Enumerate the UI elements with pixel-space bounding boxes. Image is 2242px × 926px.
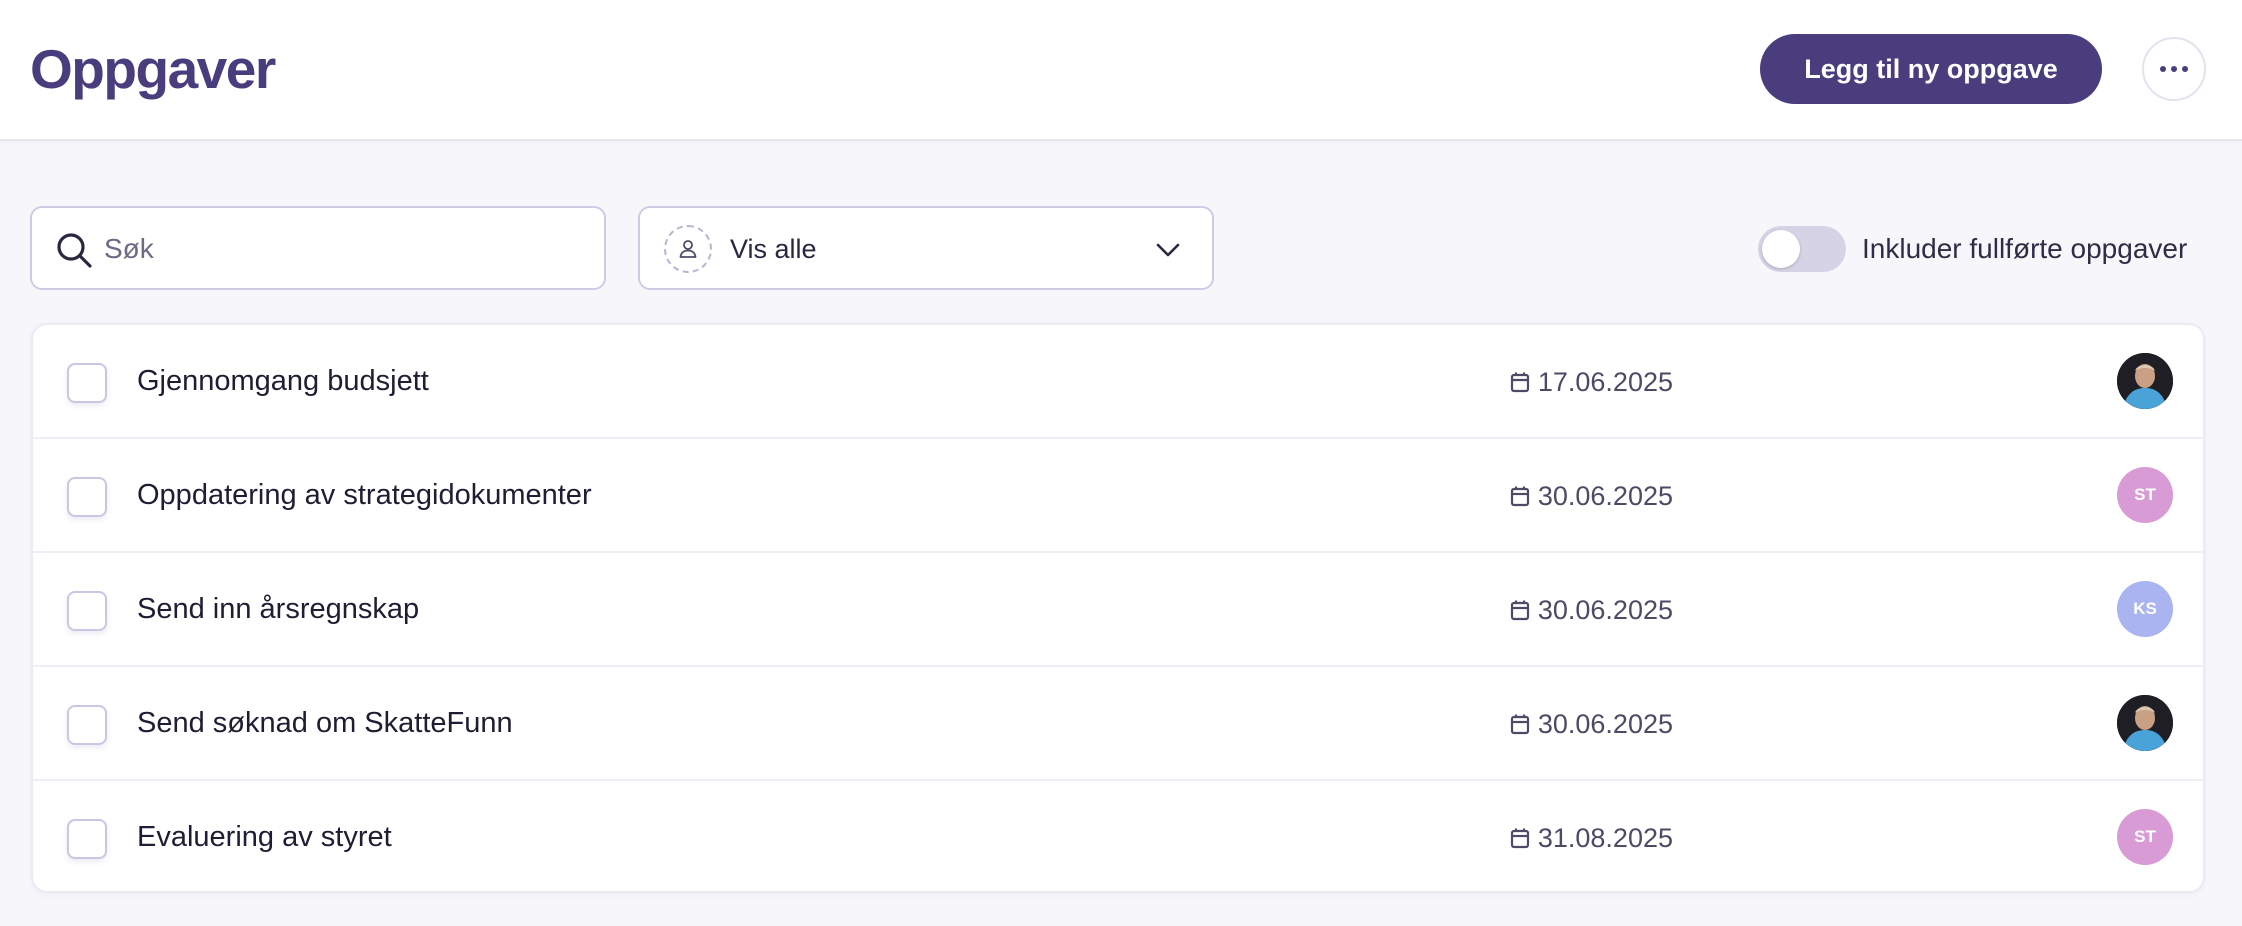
avatar[interactable]: ST [2117,467,2173,523]
task-due-date: 31.08.2025 [1510,821,1673,855]
task-due-date-text: 30.06.2025 [1537,481,1673,511]
avatar[interactable]: ST [2117,809,2173,865]
more-options-button[interactable] [2142,37,2206,101]
task-due-date-text: 17.06.2025 [1537,367,1673,397]
task-title: Send inn årsregnskap [137,593,420,625]
calendar-icon [1510,372,1529,393]
include-completed-label: Inkluder fullførte oppgaver [1862,233,2188,264]
task-checkbox[interactable] [67,705,107,745]
calendar-icon [1510,600,1529,621]
task-title: Evaluering av styret [137,821,392,853]
task-row[interactable]: Gjennomgang budsjett 17.06.2025 [33,325,2203,439]
task-due-date: 30.06.2025 [1510,707,1673,741]
task-checkbox[interactable] [67,363,107,403]
task-row[interactable]: Oppdatering av strategidokumenter 30.06.… [33,439,2203,553]
task-checkbox[interactable] [67,477,107,517]
calendar-icon [1510,828,1529,849]
avatar[interactable]: KS [2117,581,2173,637]
avatar-photo [2117,695,2173,751]
task-row[interactable]: Evaluering av styret 31.08.2025 ST [33,781,2203,891]
task-due-date: 30.06.2025 [1510,479,1673,513]
task-due-date: 17.06.2025 [1510,365,1673,399]
assignee-filter-select[interactable]: Vis alle [638,206,1214,290]
page-title: Oppgaver [30,38,276,100]
assignee-filter-value: Vis alle [730,234,817,264]
more-horizontal-icon [2160,66,2166,72]
task-row[interactable]: Send inn årsregnskap 30.06.2025 KS [33,553,2203,667]
search-icon [57,233,92,268]
task-title: Send søknad om SkatteFunn [137,707,513,739]
assignee-filter-avatar [664,225,712,273]
chevron-down-icon [1156,243,1180,257]
task-checkbox[interactable] [67,591,107,631]
more-dot [2182,66,2188,72]
user-icon [679,240,697,258]
calendar-icon [1510,486,1529,507]
avatar[interactable] [2117,695,2173,751]
calendar-icon [1510,714,1529,735]
task-list: Gjennomgang budsjett 17.06.2025 Oppdater… [31,323,2205,893]
avatar-photo [2117,353,2173,409]
add-task-button[interactable]: Legg til ny oppgave [1760,34,2102,104]
task-due-date-text: 31.08.2025 [1537,823,1673,853]
avatar[interactable] [2117,353,2173,409]
include-completed-toggle-group: Inkluder fullførte oppgaver [1758,226,2187,272]
search-input[interactable] [104,220,584,278]
task-due-date-text: 30.06.2025 [1537,709,1673,739]
more-dot [2171,66,2177,72]
task-row[interactable]: Send søknad om SkatteFunn 30.06.2025 [33,667,2203,781]
task-checkbox[interactable] [67,819,107,859]
task-due-date: 30.06.2025 [1510,593,1673,627]
search-box[interactable] [30,206,606,290]
page-header: Oppgaver Legg til ny oppgave [0,0,2242,141]
task-due-date-text: 30.06.2025 [1537,595,1673,625]
include-completed-toggle[interactable] [1758,226,1846,272]
task-title: Gjennomgang budsjett [137,365,429,397]
task-title: Oppdatering av strategidokumenter [137,479,592,511]
toggle-knob [1762,230,1800,268]
